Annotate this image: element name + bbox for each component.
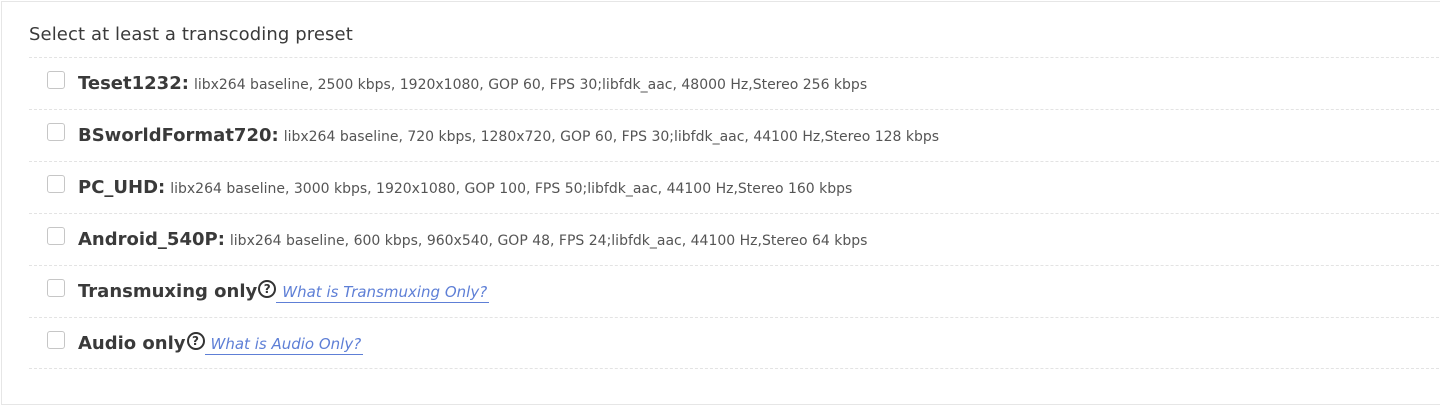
option-name: Transmuxing only [78, 281, 258, 302]
option-label[interactable]: Audio only ? What is Audio Only? [78, 332, 364, 355]
preset-name: BSworldFormat720 [78, 125, 272, 146]
transcoding-preset-panel: Select at least a transcoding preset Tes… [1, 1, 1440, 405]
preset-row-teset1232: Teset1232: libx264 baseline, 2500 kbps, … [29, 57, 1440, 109]
preset-row-pc-uhd: PC_UHD: libx264 baseline, 3000 kbps, 192… [29, 161, 1440, 213]
preset-description: libx264 baseline, 720 kbps, 1280x720, GO… [283, 129, 940, 145]
preset-row-bsworldformat720: BSworldFormat720: libx264 baseline, 720 … [29, 109, 1440, 161]
transmuxing-only-checkbox[interactable] [47, 279, 65, 297]
preset-colon: : [158, 177, 166, 198]
preset-checkbox[interactable] [47, 227, 65, 245]
audio-only-checkbox[interactable] [47, 331, 65, 349]
preset-checkbox[interactable] [47, 175, 65, 193]
preset-name: Android_540P [78, 229, 218, 250]
option-label[interactable]: Transmuxing only ? What is Transmuxing O… [78, 280, 490, 303]
preset-label[interactable]: Teset1232: libx264 baseline, 2500 kbps, … [78, 73, 867, 94]
section-title: Select at least a transcoding preset [29, 24, 353, 45]
preset-name: PC_UHD [78, 177, 159, 198]
preset-label[interactable]: Android_540P: libx264 baseline, 600 kbps… [78, 229, 867, 250]
option-name: Audio only [78, 333, 186, 354]
preset-description: libx264 baseline, 3000 kbps, 1920x1080, … [170, 181, 853, 197]
option-row-audio-only: Audio only ? What is Audio Only? [29, 317, 1440, 369]
what-is-audio-only-link[interactable]: What is Audio Only? [204, 335, 364, 355]
preset-checkbox[interactable] [47, 123, 65, 141]
preset-row-android-540p: Android_540P: libx264 baseline, 600 kbps… [29, 213, 1440, 265]
preset-label[interactable]: BSworldFormat720: libx264 baseline, 720 … [78, 125, 939, 146]
question-circle-icon[interactable]: ? [186, 332, 205, 350]
preset-label[interactable]: PC_UHD: libx264 baseline, 3000 kbps, 192… [78, 177, 852, 198]
preset-description: libx264 baseline, 2500 kbps, 1920x1080, … [193, 77, 868, 93]
option-row-transmuxing-only: Transmuxing only ? What is Transmuxing O… [29, 265, 1440, 317]
preset-checkbox[interactable] [47, 71, 65, 89]
preset-colon: : [217, 229, 225, 250]
preset-name: Teset1232 [78, 73, 182, 94]
preset-colon: : [181, 73, 189, 94]
what-is-transmuxing-link[interactable]: What is Transmuxing Only? [276, 283, 490, 303]
question-circle-icon[interactable]: ? [258, 280, 277, 298]
preset-colon: : [271, 125, 279, 146]
preset-description: libx264 baseline, 600 kbps, 960x540, GOP… [229, 233, 868, 249]
